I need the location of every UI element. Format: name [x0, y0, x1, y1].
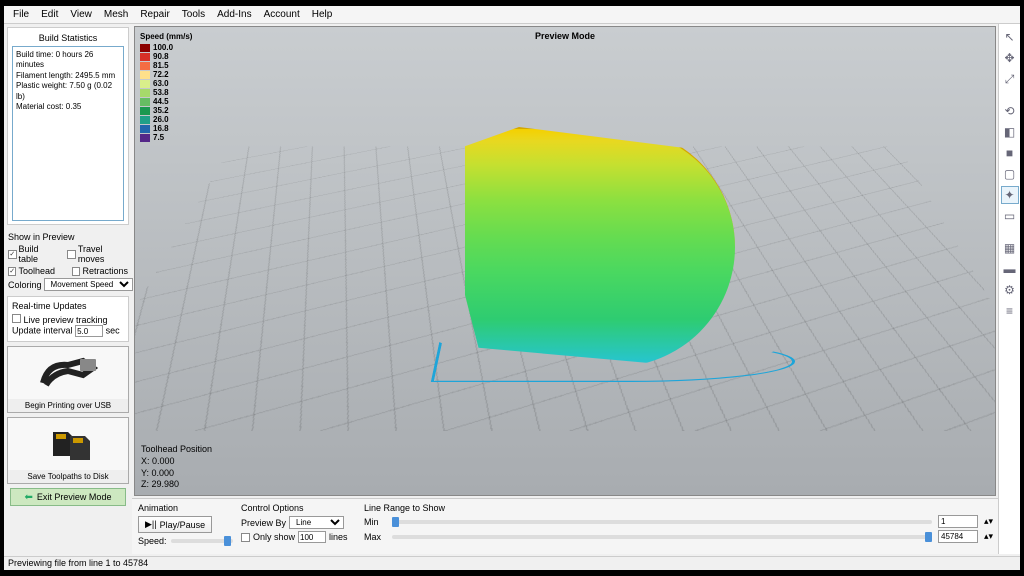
realtime-title: Real-time Updates: [12, 301, 124, 311]
only-show-unit: lines: [329, 532, 348, 542]
menu-add-ins[interactable]: Add-Ins: [211, 9, 257, 20]
only-show-label: Only show: [253, 532, 295, 542]
rotate-view-icon[interactable]: ⟲: [1001, 102, 1019, 120]
live-tracking-label: Live preview tracking: [24, 315, 108, 325]
update-interval-unit: sec: [106, 326, 120, 336]
menubar: FileEditViewMeshRepairToolsAdd-InsAccoun…: [4, 6, 1020, 24]
layers-icon[interactable]: ≡: [1001, 302, 1019, 320]
speed-legend: Speed (mm/s) 100.090.881.572.263.053.844…: [140, 32, 192, 142]
toolhead-checkbox[interactable]: ✓: [8, 267, 16, 276]
axis-icon[interactable]: ✦: [1001, 186, 1019, 204]
build-stats-box: Build time: 0 hours 26 minutesFilament l…: [12, 46, 124, 221]
model-view-icon[interactable]: ▦: [1001, 239, 1019, 257]
menu-mesh[interactable]: Mesh: [98, 9, 134, 20]
save-toolpaths-button[interactable]: Save Toolpaths to Disk: [7, 417, 129, 484]
max-slider[interactable]: [392, 535, 932, 539]
max-label: Max: [364, 532, 386, 542]
pointer-icon[interactable]: ↖: [1001, 28, 1019, 46]
solid-cube-icon[interactable]: ■: [1001, 144, 1019, 162]
coloring-select[interactable]: Movement Speed: [44, 278, 133, 291]
model-preview: [415, 107, 785, 397]
min-slider[interactable]: [392, 520, 932, 524]
animation-title: Animation: [138, 503, 233, 513]
speed-label: Speed:: [138, 536, 167, 546]
only-show-input[interactable]: [298, 531, 326, 543]
travel-moves-checkbox[interactable]: [67, 250, 76, 259]
toolhead-position: Toolhead Position X: 0.000 Y: 0.000 Z: 2…: [141, 444, 212, 491]
iso-cube-icon[interactable]: ◧: [1001, 123, 1019, 141]
speed-slider[interactable]: [171, 539, 233, 543]
bottom-controls: Animation ▶||Play/Pause Speed: Control O…: [132, 498, 998, 554]
travel-moves-label: Travel moves: [78, 244, 128, 264]
retractions-checkbox[interactable]: [72, 267, 80, 276]
build-stats-title: Build Statistics: [12, 31, 124, 46]
line-range-title: Line Range to Show: [364, 503, 992, 513]
build-table-label: Build table: [19, 244, 58, 264]
min-input[interactable]: [938, 515, 978, 528]
menu-file[interactable]: File: [7, 9, 35, 20]
delete-model-icon[interactable]: ▬: [1001, 260, 1019, 278]
control-options-title: Control Options: [241, 503, 356, 513]
menu-account[interactable]: Account: [258, 9, 306, 20]
build-table-checkbox[interactable]: ✓: [8, 250, 17, 259]
menu-tools[interactable]: Tools: [176, 9, 211, 20]
only-show-checkbox[interactable]: [241, 533, 250, 542]
retractions-label: Retractions: [82, 266, 128, 276]
preview-mode-label: Preview Mode: [535, 31, 595, 41]
show-in-preview-title: Show in Preview: [8, 232, 128, 242]
max-input[interactable]: [938, 530, 978, 543]
exit-preview-button[interactable]: Exit Preview Mode: [10, 488, 126, 506]
viewport-3d[interactable]: Speed (mm/s) 100.090.881.572.263.053.844…: [134, 26, 996, 496]
play-pause-button[interactable]: ▶||Play/Pause: [138, 516, 212, 533]
sd-card-icon: [38, 424, 98, 464]
coloring-label: Coloring: [8, 280, 42, 290]
settings-icon[interactable]: ⚙: [1001, 281, 1019, 299]
usb-icon: [38, 353, 98, 393]
menu-edit[interactable]: Edit: [35, 9, 64, 20]
left-panel: Build Statistics Build time: 0 hours 26 …: [4, 24, 132, 554]
menu-repair[interactable]: Repair: [134, 9, 175, 20]
preview-by-select[interactable]: Line: [289, 516, 344, 529]
menu-help[interactable]: Help: [306, 9, 339, 20]
min-label: Min: [364, 517, 386, 527]
live-tracking-checkbox[interactable]: [12, 314, 21, 323]
zoom-extent-icon[interactable]: ⤢: [1001, 70, 1019, 88]
toolhead-label: Toolhead: [18, 266, 55, 276]
front-icon[interactable]: ▭: [1001, 207, 1019, 225]
wire-cube-icon[interactable]: ▢: [1001, 165, 1019, 183]
preview-by-label: Preview By: [241, 518, 286, 528]
begin-printing-usb-button[interactable]: Begin Printing over USB: [7, 346, 129, 413]
menu-view[interactable]: View: [64, 9, 98, 20]
statusbar: Previewing file from line 1 to 45784: [4, 556, 1020, 570]
update-interval-label: Update interval: [12, 326, 73, 336]
update-interval-input[interactable]: [75, 325, 103, 337]
right-toolbar: ↖ ✥ ⤢ ⟲ ◧ ■ ▢ ✦ ▭ ▦ ▬ ⚙ ≡: [998, 24, 1020, 554]
move-icon[interactable]: ✥: [1001, 49, 1019, 67]
